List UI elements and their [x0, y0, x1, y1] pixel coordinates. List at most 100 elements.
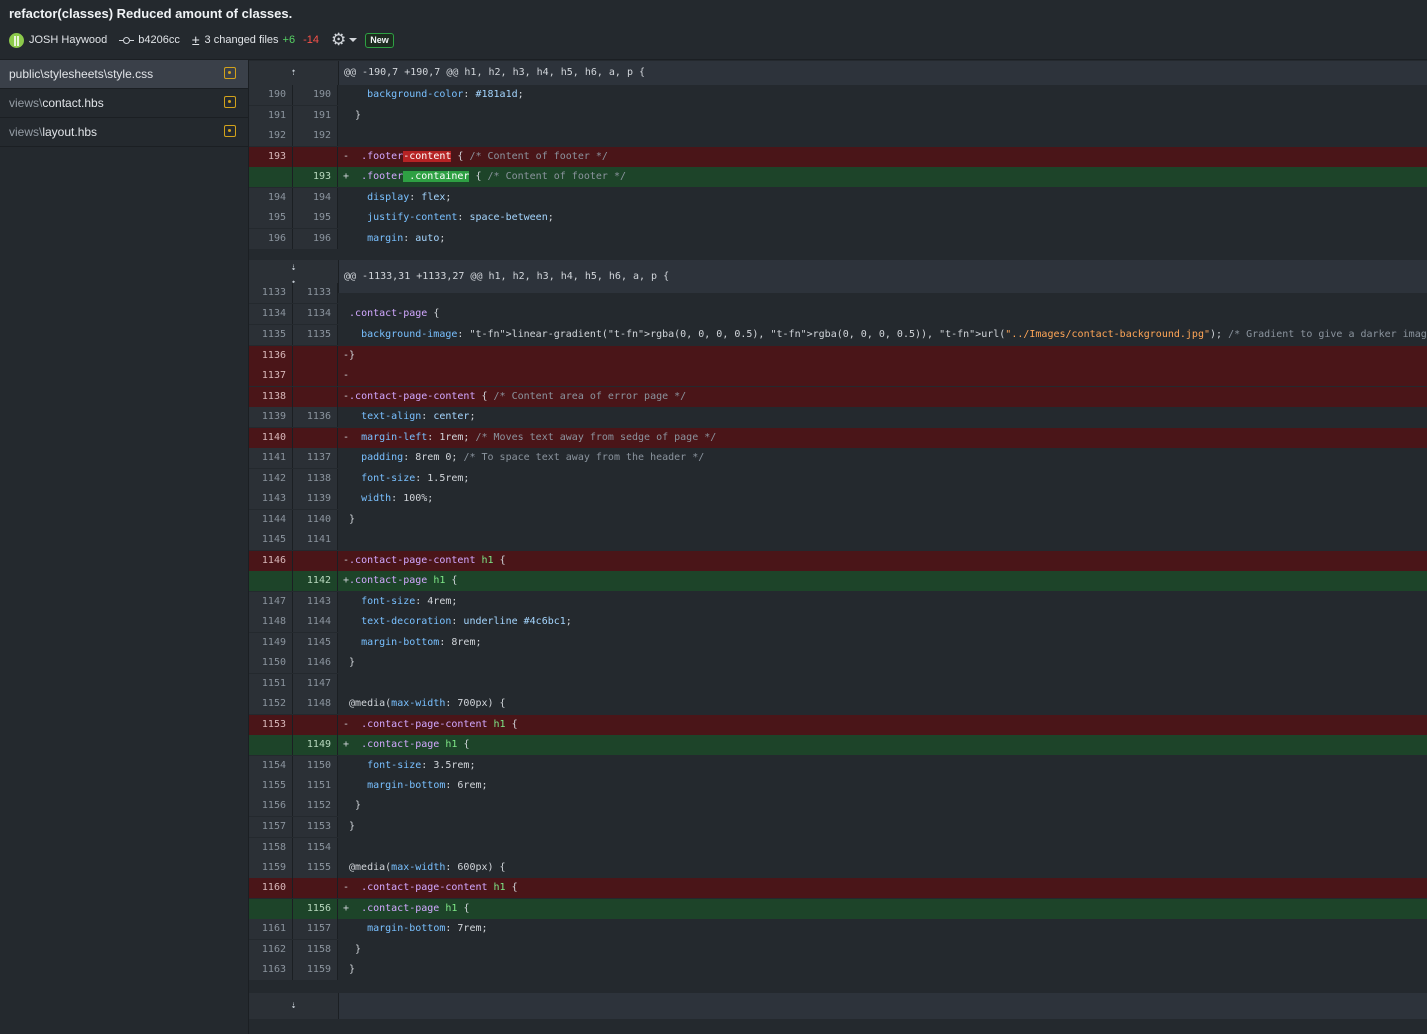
new-line-number: 196 [293, 229, 338, 249]
file-dir: views\ [9, 125, 43, 139]
old-line-number: 1148 [249, 612, 293, 632]
diff-line: 1149 1145 margin-bottom: 8rem; [249, 633, 1427, 653]
new-line-number: 194 [293, 188, 338, 208]
line-code [338, 126, 1427, 146]
diff-line: 1145 1141 [249, 530, 1427, 550]
line-code: margin: auto; [367, 233, 446, 244]
old-line-number: 191 [249, 106, 293, 126]
diff-line: 1157 1153 } [249, 817, 1427, 837]
old-line-number: 1150 [249, 653, 293, 673]
line-code: @media(max-width: 700px) { [343, 698, 506, 709]
line-code: padding: 8rem 0; /* To space text away f… [361, 452, 705, 463]
old-line-number: 1141 [249, 448, 293, 468]
line-code: -.contact-page-content { /* Content area… [343, 391, 687, 402]
file-name: layout.hbs [42, 125, 98, 139]
diff-line: 191 191 } [249, 106, 1427, 126]
line-code [338, 674, 1427, 694]
old-line-number: 195 [249, 208, 293, 228]
line-code: @media(max-width: 600px) { [343, 862, 506, 873]
new-line-number: 191 [293, 106, 338, 126]
author-name[interactable]: JOSH Haywood [29, 34, 107, 46]
old-line-number: 1153 [249, 715, 293, 735]
file-item[interactable]: public\stylesheets\style.css [0, 60, 248, 89]
diff-line: 1150 1146 } [249, 653, 1427, 673]
commit-meta: JOSH Haywood b4206cc ± 3 changed files +… [9, 31, 394, 49]
file-name: style.css [107, 67, 154, 81]
old-line-number: 1159 [249, 858, 293, 878]
line-code [338, 283, 1427, 303]
line-code: } [343, 800, 362, 811]
diff-line: 1133 1133 [249, 283, 1427, 303]
new-line-number: 1137 [293, 448, 338, 468]
old-line-number: 194 [249, 188, 293, 208]
gear-icon[interactable]: ⚙ [331, 31, 346, 48]
status-badge: New [365, 32, 394, 48]
avatar[interactable] [9, 32, 24, 48]
old-line-number: 1156 [249, 796, 293, 816]
old-line-number: 1160 [249, 878, 293, 898]
line-code: @@ -190,7 +190,7 @@ h1, h2, h3, h4, h5, … [344, 67, 646, 78]
line-code: -} [343, 350, 356, 361]
new-line-number: 1133 [293, 283, 338, 303]
old-line-number: 1147 [249, 592, 293, 612]
old-line-number [249, 735, 293, 755]
new-line-number: 1150 [293, 756, 338, 776]
old-line-number: 1154 [249, 756, 293, 776]
line-code: - .contact-page-content h1 { [343, 719, 518, 730]
line-code: } [343, 110, 362, 121]
diff-line: 1149 + .contact-page h1 { [249, 735, 1427, 755]
old-line-number: 1135 [249, 325, 293, 345]
hunk-footer: ⇣ [249, 993, 1427, 1019]
changed-files-count: 3 changed files [204, 34, 279, 46]
diff-line: 1138 -.contact-page-content { /* Content … [249, 387, 1427, 407]
deletions-count: -14 [303, 34, 319, 46]
line-code: justify-content: space-between; [367, 212, 554, 223]
diff-line: 1144 1140 } [249, 510, 1427, 530]
line-code: + .footer .container { /* Content of foo… [343, 171, 626, 182]
file-item[interactable]: views\contact.hbs [0, 89, 248, 118]
expand-down-icon[interactable]: ⇣ [249, 260, 338, 276]
diff-icon: ± [191, 32, 200, 48]
file-name: contact.hbs [42, 96, 104, 110]
commit-title: refactor(classes) Reduced amount of clas… [9, 6, 293, 21]
diff-line: 1140 - margin-left: 1rem; /* Moves text a… [249, 428, 1427, 448]
modified-icon [224, 67, 236, 79]
new-line-number: 1158 [293, 940, 338, 960]
line-code: text-decoration: underline #4c6bc1; [361, 616, 572, 627]
old-line-number: 192 [249, 126, 293, 146]
diff-line: 1143 1139 width: 100%; [249, 489, 1427, 509]
new-line-number [293, 147, 338, 167]
chevron-down-icon[interactable] [349, 38, 358, 42]
diff-line: 1134 1134 .contact-page { [249, 304, 1427, 324]
diff-line: 1146 -.contact-page-content h1 { [249, 551, 1427, 571]
old-line-number: 1155 [249, 776, 293, 796]
diff-line: 1153 - .contact-page-content h1 { [249, 715, 1427, 735]
new-line-number: 1159 [293, 960, 338, 980]
line-code: background-color: #181a1d; [367, 89, 524, 100]
old-line-number: 1143 [249, 489, 293, 509]
diff-line: 1136 -} [249, 346, 1427, 366]
expand-down-icon[interactable]: ⇣ [249, 993, 338, 1019]
old-line-number: 1137 [249, 366, 293, 386]
new-line-number: 1142 [293, 571, 338, 591]
new-line-number [293, 551, 338, 571]
diff-line: 1142 1138 font-size: 1.5rem; [249, 469, 1427, 489]
old-line-number: 190 [249, 85, 293, 105]
line-code [338, 530, 1427, 550]
new-line-number: 1154 [293, 838, 338, 858]
diff-line: 192 192 [249, 126, 1427, 146]
old-line-number: 1146 [249, 551, 293, 571]
old-line-number: 1162 [249, 940, 293, 960]
expand-up-icon[interactable]: ⇡ [249, 61, 338, 85]
new-line-number: 1155 [293, 858, 338, 878]
additions-count: +6 [282, 34, 296, 46]
diff-view: ⇡ @@ -190,7 +190,7 @@ h1, h2, h3, h4, h5,… [249, 60, 1427, 1034]
old-line-number: 1144 [249, 510, 293, 530]
line-code: font-size: 1.5rem; [361, 473, 470, 484]
diff-line: 1159 1155 @media(max-width: 600px) { [249, 858, 1427, 878]
new-line-number: 1141 [293, 530, 338, 550]
file-item[interactable]: views\layout.hbs [0, 118, 248, 147]
new-line-number: 1147 [293, 674, 338, 694]
commit-hash[interactable]: b4206cc [138, 34, 180, 46]
line-code: } [343, 944, 362, 955]
